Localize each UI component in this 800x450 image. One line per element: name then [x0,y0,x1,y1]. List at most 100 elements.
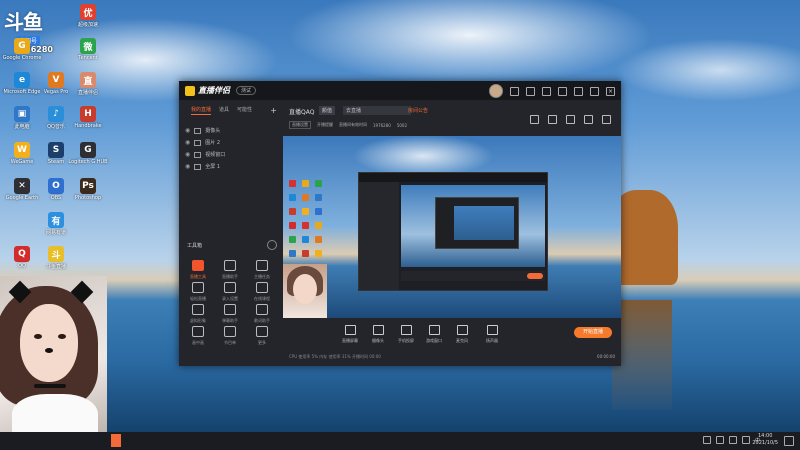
tab-possibility[interactable]: 可能性 [237,106,252,115]
desktop-icon[interactable]: O OBS [38,178,74,201]
minimize-icon[interactable] [574,86,583,96]
title-bar[interactable]: 直播伴侣 测试 × [179,81,621,100]
stream-preview[interactable] [283,136,621,318]
scene-item[interactable]: ◉ 摄像头 [179,125,283,137]
desktop-icon[interactable]: 直直播伴侣 [70,72,106,96]
volume-icon[interactable] [728,436,737,444]
toolbox-item[interactable]: 轻松直播 [183,282,213,302]
tool-label: 轻松直播 [190,296,206,301]
eye-icon[interactable]: ◉ [185,163,190,170]
toolbox-item[interactable]: 在线课程 [247,282,277,302]
toolbox-settings-icon[interactable] [267,240,277,250]
status-metrics: CPU 使用率 5% 内存 使用率 31% 开播时间 00:00 [289,354,381,359]
tab-props[interactable]: 道具 [219,106,229,115]
desktop-icon[interactable]: ♪ QQ音乐 [38,106,74,130]
left-tabs: 我的直播 道具 可能性 + [179,100,283,115]
toolbox-item[interactable]: 录入设置 [215,282,245,302]
desktop-icon[interactable]: W WeGame [4,142,40,165]
room-notice-link[interactable]: 房间公告 [408,107,428,114]
source-button[interactable]: 摄像头 [365,325,391,344]
source-button[interactable]: 游戏窗口 [421,325,447,344]
app-icon: W [14,142,30,158]
desktop-icon[interactable]: 优超级加速 [70,4,106,28]
room-category[interactable]: 颜值 [319,106,336,115]
chevron-up-icon[interactable] [702,436,711,444]
desktop-icon[interactable]: e Microsoft Edge [4,72,40,95]
toolbox-item[interactable]: 主播任务 [247,260,277,280]
toolbox-item[interactable]: 画中画 [183,326,213,346]
version-badge[interactable]: 测试 [236,86,257,95]
notification-icon[interactable] [784,436,794,446]
source-label: 手机投屏 [398,338,414,343]
desktop-icon[interactable]: H Handbrake [70,106,106,129]
cat-nose [45,348,53,353]
nested-inner-window [435,197,519,249]
desktop-icon[interactable]: V Vegas Pro [38,72,74,95]
tool-label: 录入设置 [222,296,238,301]
source-label: 摄像头 [372,338,384,343]
source-button[interactable]: 手机投屏 [393,325,419,344]
taskbar-app-icon[interactable] [111,434,121,447]
menu-icon[interactable] [558,86,567,96]
add-scene-button[interactable]: + [270,106,277,115]
nested-sidebar [359,182,399,290]
tool-label: 歌词助手 [254,318,270,323]
source-button[interactable]: 直播屏幕 [337,325,363,344]
skin-icon[interactable] [526,86,535,96]
start-live-button[interactable]: 开始直播 [574,327,612,338]
preview-webcam [283,264,327,318]
toolbox-item[interactable]: 直播工具 [183,260,213,280]
shirt-icon[interactable] [542,86,551,96]
maximize-icon[interactable] [590,86,599,96]
douyu-logo-text: 斗鱼 [4,10,43,34]
preview-icon [289,222,296,229]
toolbox-item[interactable]: 虚拟形象 [183,304,213,324]
room-title-input[interactable]: 去直播 [343,106,411,115]
clock[interactable]: 14:00 2021/10/5 [752,433,778,447]
tool-label: 弹幕助手 [222,318,238,323]
tool-icon [224,260,236,271]
source-button[interactable]: 扬声器 [479,325,505,344]
share-icon[interactable] [602,115,611,124]
desktop-icon[interactable]: 斗斗鱼直播 [38,246,74,270]
desktop-icon[interactable]: 微 Tencent [70,38,106,61]
desktop-icon[interactable]: Q QQ [4,246,40,269]
lock-icon[interactable] [548,115,557,124]
source-button[interactable]: 麦克风 [449,325,475,344]
toolbox-item[interactable]: 弹幕助手 [215,304,245,324]
tool-label: 直播工具 [190,274,206,279]
scene-item[interactable]: ◉ 视频窗口 [179,149,283,161]
desktop-icon[interactable]: 有网易有道 [38,212,74,236]
desktop-icon[interactable]: ▣ 此电脑 [4,106,40,130]
start-reminder[interactable]: 开播提醒 [317,122,333,128]
source-icon [486,325,498,335]
network-icon[interactable] [715,436,724,444]
desktop-icon[interactable]: Ps Photoshop [70,178,106,201]
toolbox-item[interactable]: 直播助手 [215,260,245,280]
scene-item[interactable]: ◉ 全屏 1 [179,161,283,173]
record-icon[interactable] [566,115,575,124]
live-settings-button[interactable]: 直播设置 [289,121,311,129]
scene-item[interactable]: ◉ 图片 2 [179,137,283,149]
message-icon[interactable] [510,86,519,96]
clock-time: 14:00 [757,433,773,439]
desktop-icon[interactable]: G Logitech G HUB [68,142,108,165]
bell-icon[interactable] [584,115,593,124]
gift-icon[interactable] [530,115,539,124]
app-icon: G [80,142,96,158]
battery-icon[interactable] [741,436,750,444]
eye-icon[interactable]: ◉ [185,151,190,158]
eye-icon[interactable]: ◉ [185,139,190,146]
user-avatar[interactable] [489,84,503,98]
desktop-icon[interactable]: ✕ Google Earth [4,178,40,201]
toolbox-item[interactable]: 更多 [247,326,277,346]
eye-icon[interactable]: ◉ [185,127,190,134]
close-icon[interactable]: × [606,86,615,96]
tab-my-live[interactable]: 我的直播 [191,106,212,115]
toolbox-item[interactable]: 歌词助手 [247,304,277,324]
desktop-icon-label: Tencent [78,55,98,61]
tool-icon [192,282,204,293]
toolbox-item[interactable]: 节目单 [215,326,245,346]
desktop-icon-label: WeGame [10,159,34,165]
desktop-icon[interactable]: G Google Chrome [3,38,41,61]
